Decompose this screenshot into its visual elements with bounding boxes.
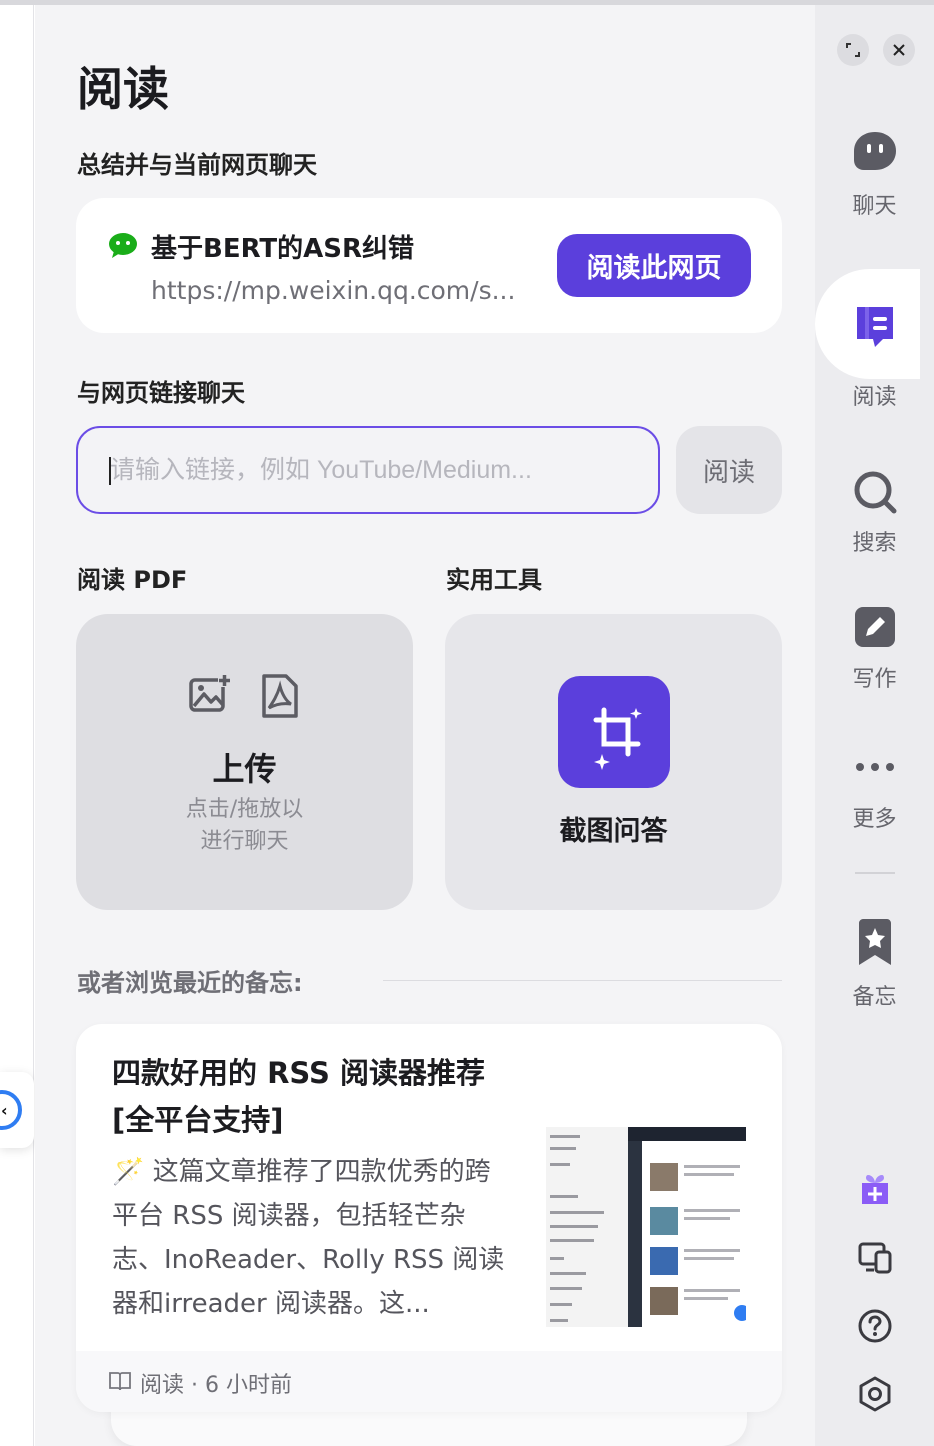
read-link-button[interactable]: 阅读 xyxy=(676,426,782,514)
page-title: 阅读 xyxy=(77,62,169,116)
nav-read[interactable]: 阅读 xyxy=(815,303,934,413)
wechat-icon xyxy=(109,233,137,258)
memo-summary: 🪄 这篇文章推荐了四款优秀的跨平台 RSS 阅读器，包括轻芒杂志、InoRead… xyxy=(112,1150,512,1326)
link-input[interactable] xyxy=(76,426,660,514)
nav-chat-label: 聊天 xyxy=(852,194,897,219)
magic-wand-icon: 🪄 xyxy=(112,1157,153,1187)
recent-memo-card[interactable]: 四款好用的 RSS 阅读器推荐[全平台支持] 🪄 这篇文章推荐了四款优秀的跨平台… xyxy=(76,1024,782,1412)
nav-write[interactable]: 写作 xyxy=(815,607,934,697)
memo-title: 四款好用的 RSS 阅读器推荐[全平台支持] xyxy=(112,1056,485,1137)
nav-search-label: 搜索 xyxy=(852,531,897,556)
upload-subtitle-line2: 进行聊天 xyxy=(200,829,289,854)
upload-subtitle: 点击/拖放以 进行聊天 xyxy=(76,794,413,858)
recent-memos-label: 或者浏览最近的备忘: xyxy=(77,969,303,997)
nav-more-label: 更多 xyxy=(852,807,897,832)
memo-meta: 阅读 · 6 小时前 xyxy=(140,1373,292,1398)
pdf-section-title: 阅读 PDF xyxy=(77,566,188,594)
upload-title: 上传 xyxy=(212,750,277,788)
search-icon xyxy=(854,471,897,514)
nav-chat[interactable]: 聊天 xyxy=(815,130,934,220)
add-image-icon xyxy=(189,674,231,712)
memo-footer: 阅读 · 6 小时前 xyxy=(76,1351,782,1412)
nav-more[interactable]: 更多 xyxy=(815,757,934,837)
open-book-icon xyxy=(109,1372,131,1391)
crop-sparkle-icon xyxy=(558,676,670,788)
nav-memo-label: 备忘 xyxy=(852,985,897,1010)
memo-thumbnail-image xyxy=(546,1127,746,1327)
help-icon[interactable] xyxy=(857,1308,893,1344)
gift-icon[interactable] xyxy=(857,1171,893,1207)
toggle-ring-icon[interactable]: ‹ xyxy=(0,1090,22,1130)
memo-summary-text: 这篇文章推荐了四款优秀的跨平台 RSS 阅读器，包括轻芒杂志、InoReader… xyxy=(112,1157,505,1319)
nav-read-label: 阅读 xyxy=(852,385,897,410)
text-caret xyxy=(109,457,111,485)
link-section-title: 与网页链接聊天 xyxy=(77,379,245,407)
close-icon[interactable] xyxy=(883,34,915,66)
tools-section-title: 实用工具 xyxy=(446,566,542,594)
sidebar-toggle-handle[interactable]: ‹ xyxy=(0,1072,34,1148)
read-book-icon xyxy=(857,307,893,347)
bookmark-star-icon xyxy=(859,919,891,965)
expand-icon[interactable] xyxy=(837,34,869,66)
sidebar-divider xyxy=(855,872,895,874)
devices-icon[interactable] xyxy=(857,1239,893,1275)
nav-search[interactable]: 搜索 xyxy=(815,469,934,559)
right-sidebar: 聊天 阅读 搜索 写作 更多 备忘 xyxy=(815,5,934,1446)
write-pencil-icon xyxy=(855,607,895,647)
screenshot-qa-tool[interactable]: 截图问答 xyxy=(445,614,782,910)
chat-bubble-icon xyxy=(854,132,896,170)
pdf-file-icon xyxy=(262,674,298,718)
current-page-card: 基于BERT的ASR纠错 https://mp.weixin.qq.com/s.… xyxy=(76,198,782,333)
current-page-title: 基于BERT的ASR纠错 xyxy=(151,234,415,264)
screenshot-qa-label: 截图问答 xyxy=(559,816,668,847)
pdf-upload-dropzone[interactable]: 上传 点击/拖放以 进行聊天 xyxy=(76,614,413,910)
nav-memo[interactable]: 备忘 xyxy=(815,919,934,1010)
settings-icon[interactable] xyxy=(857,1376,893,1412)
read-this-page-button[interactable]: 阅读此网页 xyxy=(557,234,751,297)
divider xyxy=(383,980,782,981)
summary-section-title: 总结并与当前网页聊天 xyxy=(77,151,317,179)
more-dots-icon xyxy=(856,763,894,771)
nav-write-label: 写作 xyxy=(852,667,897,692)
upload-subtitle-line1: 点击/拖放以 xyxy=(185,797,304,822)
main-panel: 阅读 总结并与当前网页聊天 基于BERT的ASR纠错 https://mp.we… xyxy=(35,5,815,1446)
host-page-edge xyxy=(0,5,34,1446)
current-page-url: https://mp.weixin.qq.com/s... xyxy=(151,276,516,305)
